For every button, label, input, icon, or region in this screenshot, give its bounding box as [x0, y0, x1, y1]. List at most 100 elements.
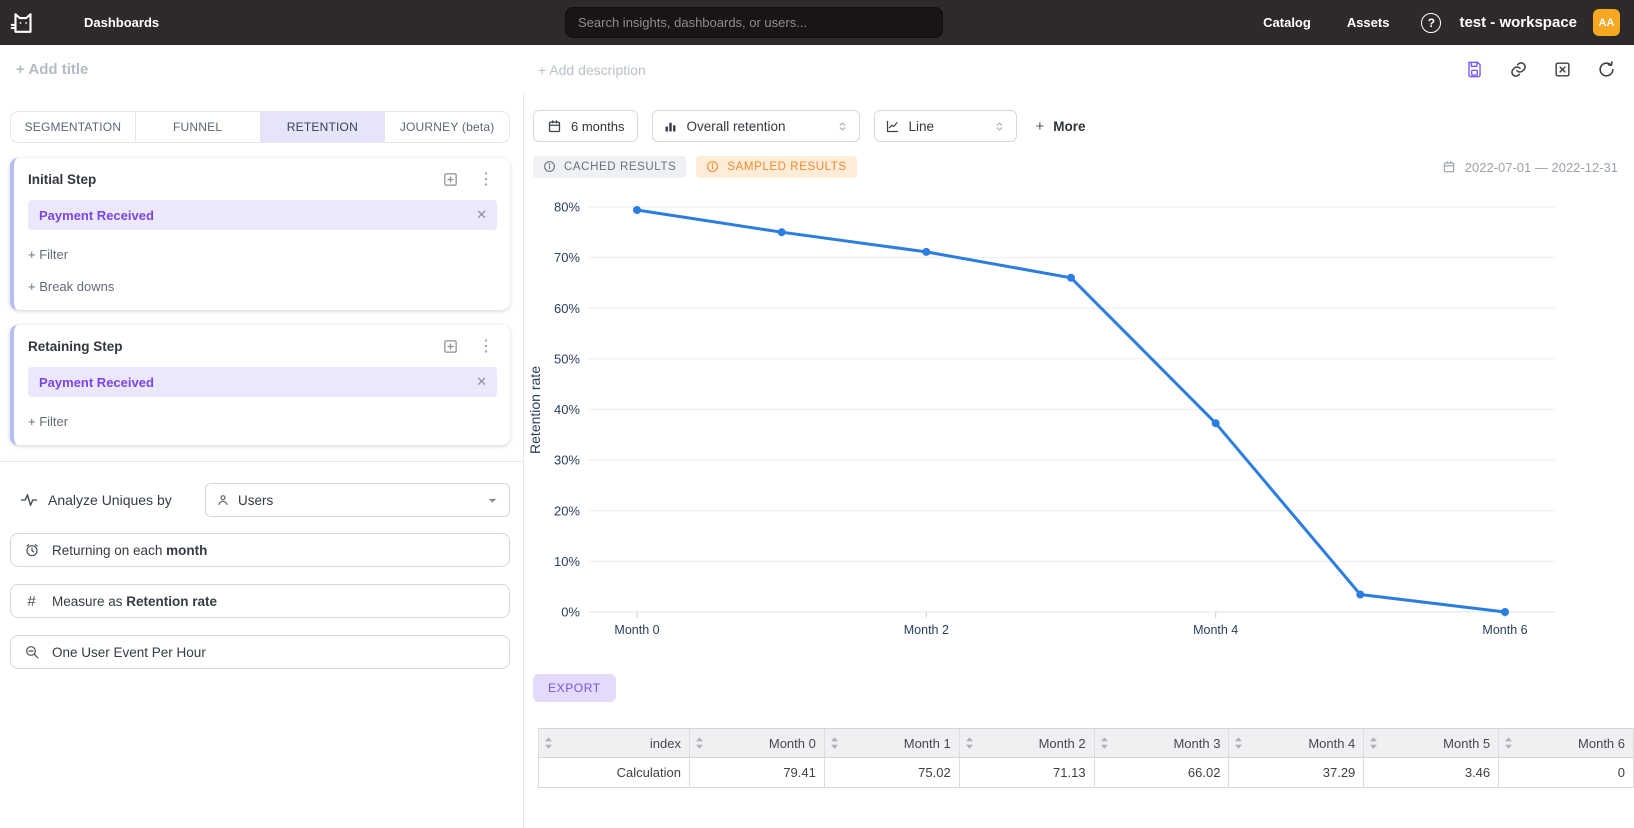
sort-icon[interactable]: [830, 736, 839, 750]
option-measure-as-retention-rate[interactable]: #Measure as Retention rate: [10, 584, 510, 618]
event-chip[interactable]: Payment Received ✕: [28, 367, 497, 397]
table-header-row: indexMonth 0 Month 1 Month 2 Month 3 Month 4…: [538, 728, 1634, 758]
badge-label: CACHED RESULTS: [564, 161, 676, 173]
clear-insight-icon[interactable]: [1553, 60, 1572, 79]
table-header-month-2[interactable]: Month 2: [960, 728, 1095, 758]
column-label: Month 3: [1173, 736, 1220, 751]
calendar-icon: [1442, 160, 1456, 174]
tab-retention[interactable]: RETENTION: [261, 112, 386, 142]
nav-item-catalog[interactable]: Catalog: [1245, 7, 1329, 38]
data-point[interactable]: [633, 206, 641, 214]
sort-icon[interactable]: [544, 736, 553, 750]
data-point[interactable]: [922, 248, 930, 256]
sort-icon[interactable]: [1504, 736, 1513, 750]
option-returning-on-each-month[interactable]: Returning on each month: [10, 533, 510, 567]
nav-item-create-insight[interactable]: Create insight: [66, 0, 189, 7]
top-navbar: Create insightDashboardsLookup CatalogAs…: [0, 0, 1634, 45]
sort-icon[interactable]: [1369, 736, 1378, 750]
remove-event-icon[interactable]: ✕: [476, 374, 487, 390]
main-content: SEGMENTATIONFUNNELRETENTIONJOURNEY (beta…: [0, 94, 1634, 828]
data-point[interactable]: [1356, 591, 1364, 599]
table-header-month-4[interactable]: Month 4: [1229, 728, 1364, 758]
kebab-menu-icon[interactable]: ⋮: [475, 339, 497, 355]
tab-segmentation[interactable]: SEGMENTATION: [11, 112, 136, 142]
step-action-filter[interactable]: + Filter: [28, 247, 497, 262]
step-action-filter[interactable]: + Filter: [28, 414, 497, 429]
retention-line-chart[interactable]: 0%10%20%30%40%50%60%70%80%Month 0Month 2…: [524, 186, 1634, 638]
add-description-button[interactable]: + Add description: [538, 62, 646, 78]
search-box: [565, 7, 943, 38]
table-header-month-5[interactable]: Month 5: [1364, 728, 1499, 758]
app-root: Create insightDashboardsLookup CatalogAs…: [0, 0, 1634, 828]
app-logo-cat-icon[interactable]: [8, 8, 38, 38]
kebab-menu-icon[interactable]: ⋮: [475, 172, 497, 188]
sort-icon[interactable]: [1100, 736, 1109, 750]
event-chip-label: Payment Received: [39, 375, 154, 390]
remove-event-icon[interactable]: ✕: [476, 207, 487, 223]
table-cell: Calculation: [538, 758, 690, 788]
retention-line[interactable]: [637, 210, 1505, 612]
table-cell: 3.46: [1364, 758, 1499, 788]
y-tick-label: 40%: [554, 402, 580, 417]
results-panel: 6 months Overall retention: [524, 94, 1634, 828]
avatar[interactable]: AA: [1593, 9, 1620, 36]
steps-container: Initial Step⋮ Payment Received ✕ + Filter + …: [10, 158, 510, 445]
more-button[interactable]: + More: [1035, 118, 1085, 135]
y-tick-label: 20%: [554, 503, 580, 518]
step-card-retaining-step: Retaining Step⋮Payment Received✕+ Filter: [10, 325, 510, 445]
data-point[interactable]: [1212, 419, 1220, 427]
calendar-icon: [547, 119, 562, 134]
metric-select[interactable]: Overall retention: [652, 110, 860, 142]
event-chip-label: Payment Received: [39, 208, 154, 223]
results-table: indexMonth 0 Month 1 Month 2 Month 3 Month 4…: [538, 728, 1634, 788]
time-window-value: 6 months: [571, 119, 624, 134]
sort-icon[interactable]: [695, 736, 704, 750]
data-point[interactable]: [778, 228, 786, 236]
add-title-button[interactable]: + Add title: [16, 61, 88, 78]
nav-item-dashboards[interactable]: Dashboards: [66, 7, 189, 38]
save-icon[interactable]: [1465, 60, 1484, 79]
analyze-uniques-row: Analyze Uniques by Users: [10, 483, 510, 517]
chart-type-select[interactable]: Line: [874, 110, 1017, 142]
table-header-index[interactable]: index: [538, 728, 690, 758]
column-label: Month 1: [904, 736, 951, 751]
tab-funnel[interactable]: FUNNEL: [136, 112, 261, 142]
time-window-button[interactable]: 6 months: [533, 110, 638, 142]
data-point[interactable]: [1501, 608, 1509, 616]
step-header-actions: ⋮: [442, 338, 497, 355]
search-input[interactable]: [565, 7, 943, 38]
data-point[interactable]: [1067, 274, 1075, 282]
event-chip[interactable]: Payment Received ✕: [28, 200, 497, 230]
y-axis-title: Retention rate: [527, 366, 543, 454]
table-header-month-1[interactable]: Month 1: [825, 728, 960, 758]
tab-journey-beta[interactable]: JOURNEY (beta): [385, 112, 509, 142]
add-event-icon[interactable]: [442, 171, 459, 188]
column-label: Month 2: [1039, 736, 1086, 751]
add-event-icon[interactable]: [442, 338, 459, 355]
workspace-name[interactable]: test - workspace: [1459, 14, 1577, 31]
nav-item-assets[interactable]: Assets: [1329, 7, 1408, 38]
option-label: Measure as Retention rate: [52, 594, 217, 609]
table-header-month-3[interactable]: Month 3: [1095, 728, 1230, 758]
insight-title-bar: + Add title + Add description: [0, 45, 1634, 94]
badge-label: SAMPLED RESULTS: [727, 161, 846, 173]
sort-icon[interactable]: [1234, 736, 1243, 750]
help-icon[interactable]: ?: [1421, 13, 1441, 33]
zoom-out-icon: [23, 644, 40, 660]
status-row: CACHED RESULTSSAMPLED RESULTS 2022-07-01…: [524, 156, 1634, 178]
sort-icon[interactable]: [965, 736, 974, 750]
table-header-month-0[interactable]: Month 0: [690, 728, 825, 758]
table-header-month-6[interactable]: Month 6: [1499, 728, 1634, 758]
config-panel: SEGMENTATIONFUNNELRETENTIONJOURNEY (beta…: [0, 94, 524, 828]
refresh-icon[interactable]: [1597, 60, 1616, 79]
option-one-user-event-per-hour[interactable]: One User Event Per Hour: [10, 635, 510, 669]
analyze-by-select[interactable]: Users: [205, 483, 510, 517]
table-cell: 71.13: [960, 758, 1095, 788]
step-card-header: Initial Step⋮: [28, 171, 497, 188]
insight-type-tabs: SEGMENTATIONFUNNELRETENTIONJOURNEY (beta…: [10, 111, 510, 143]
info-icon: [543, 160, 556, 173]
step-action-break-downs[interactable]: + Break downs: [28, 279, 497, 294]
share-link-icon[interactable]: [1509, 60, 1528, 79]
export-button[interactable]: EXPORT: [533, 674, 616, 702]
bar-chart-icon: [663, 119, 678, 134]
